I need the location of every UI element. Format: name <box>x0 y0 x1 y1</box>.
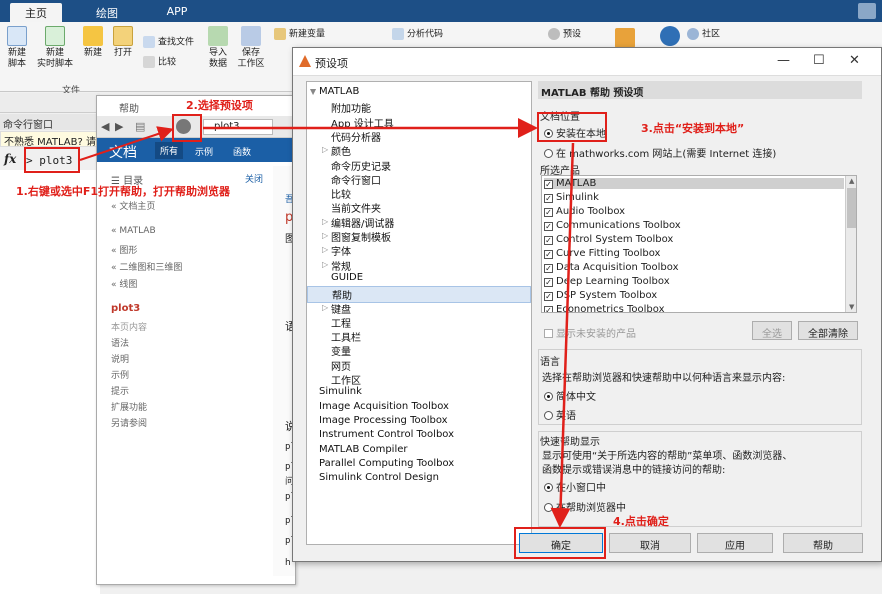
annotation-step4: 4.点击确定 <box>613 515 669 528</box>
annotation-step2: 2.选择预设项 <box>186 99 253 112</box>
annotation-step1: 1.右键或选中F1打开帮助，打开帮助浏览器 <box>16 185 230 198</box>
arrow-step1 <box>79 126 174 161</box>
annotation-step3: 3.点击“安装到本地” <box>641 122 745 135</box>
annotation-arrows <box>79 118 575 528</box>
arrow-step3 <box>550 142 575 528</box>
